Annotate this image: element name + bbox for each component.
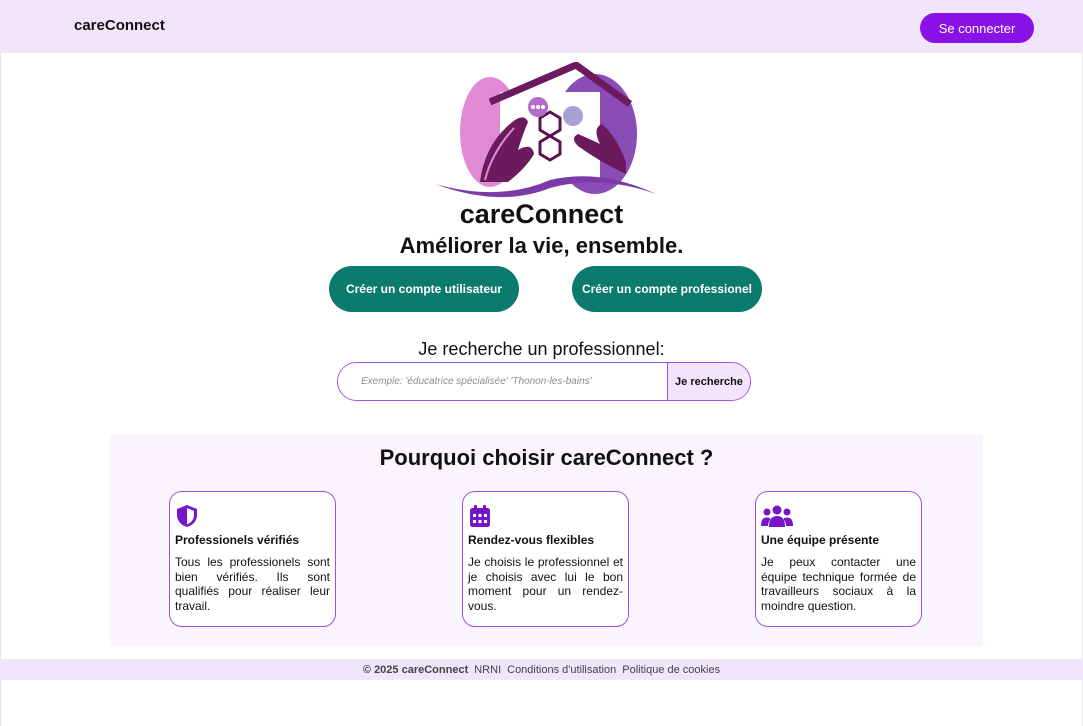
calendar-icon	[470, 505, 490, 527]
feature-card-text: Je choisis le professionnel et je choisi…	[468, 555, 623, 613]
search-bar: Je recherche	[337, 362, 751, 401]
create-user-account-button[interactable]: Créer un compte utilisateur	[329, 266, 519, 312]
feature-card-title: Professionels vérifiés	[175, 533, 300, 547]
why-section: Pourquoi choisir careConnect ? Professio…	[110, 435, 983, 646]
why-title-brand: careConnect	[560, 445, 694, 470]
hero-title: careConnect	[459, 199, 624, 229]
feature-card-verified: Professionels vérifiés Tous les professi…	[169, 491, 336, 627]
care-house-hands-logo	[435, 62, 656, 198]
footer-link-terms[interactable]: Conditions d'utilisation	[507, 664, 616, 676]
feature-card-flexible: Rendez-vous flexibles Je choisis le prof…	[462, 491, 629, 627]
why-title-suffix: ?	[693, 445, 714, 470]
login-button[interactable]: Se connecter	[920, 13, 1034, 43]
feature-card-text: Je peux contacter une équipe technique f…	[761, 555, 916, 613]
footer-copyright: © 2025 careConnect	[362, 663, 469, 676]
hero-tagline: Améliorer la vie, ensemble.	[399, 233, 684, 258]
why-title-prefix: Pourquoi choisir	[379, 445, 555, 470]
search-input[interactable]	[338, 363, 667, 400]
top-header: careConnect Se connecter	[0, 0, 1083, 53]
feature-card-title: Une équipe présente	[761, 533, 880, 547]
team-icon	[761, 505, 793, 527]
create-pro-account-button[interactable]: Créer un compte professionel	[572, 266, 762, 312]
feature-card-text: Tous les professionels sont bien vérifié…	[175, 555, 330, 613]
footer-link-cookies[interactable]: Politique de cookies	[622, 664, 720, 676]
shield-icon	[177, 505, 197, 527]
feature-card-team: Une équipe présente Je peux contacter un…	[755, 491, 922, 627]
search-label: Je recherche un professionnel:	[418, 339, 665, 359]
search-button[interactable]: Je recherche	[667, 363, 750, 400]
brand-name[interactable]: careConnect	[74, 17, 165, 34]
why-title: Pourquoi choisir careConnect ?	[110, 445, 983, 471]
footer-link-nrni[interactable]: NRNI	[474, 664, 501, 676]
feature-card-title: Rendez-vous flexibles	[468, 533, 595, 547]
footer: © 2025 careConnect NRNI Conditions d'uti…	[0, 659, 1083, 680]
